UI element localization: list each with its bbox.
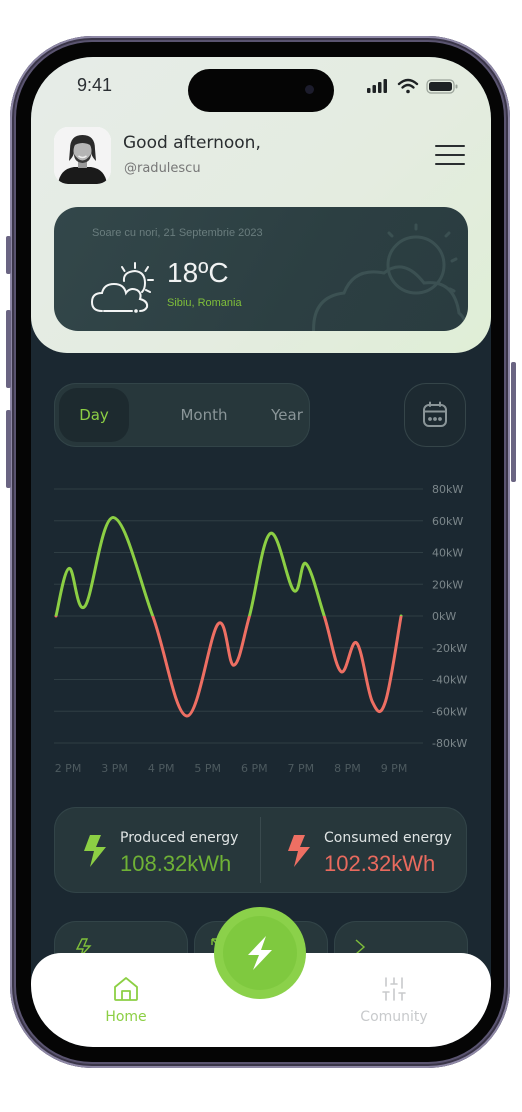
tab-community[interactable]: Comunity — [344, 975, 444, 1025]
sliders-icon — [382, 977, 406, 1001]
header-panel: 9:41 Good afternoon, @radulescu Soare cu… — [31, 57, 491, 353]
produced-energy-value: 108.32kWh — [120, 851, 232, 876]
app-screen: 9:41 Good afternoon, @radulescu Soare cu… — [31, 57, 491, 1047]
calendar-button[interactable] — [404, 383, 466, 447]
action-button — [6, 236, 11, 274]
x-tick-label: 7 PM — [288, 762, 315, 775]
x-tick-label: 6 PM — [241, 762, 268, 775]
weather-temperature: 18ºC — [167, 257, 229, 288]
power-chart: 80kW60kW40kW20kW0kW-20kW-40kW-60kW-80kW … — [54, 483, 467, 775]
x-tick-label: 2 PM — [55, 762, 82, 775]
produced-energy-label: Produced energy — [120, 830, 239, 846]
energy-summary-card: Produced energy 108.32kWh Consumed energ… — [54, 807, 467, 893]
y-tick-label: 60kW — [432, 515, 463, 528]
x-tick-label: 4 PM — [148, 762, 175, 775]
tab-year[interactable]: Year — [242, 383, 332, 447]
wifi-icon — [397, 78, 419, 94]
camera-icon — [305, 85, 314, 94]
tab-month[interactable]: Month — [154, 383, 254, 447]
weather-card[interactable]: Soare cu nori, 21 Septembrie 2023 18ºC S… — [54, 207, 468, 331]
produced-lightning-icon — [84, 835, 106, 867]
tab-community-label: Comunity — [360, 1009, 428, 1025]
x-axis-labels: 2 PM 3 PM 4 PM 5 PM 6 PM 7 PM 8 PM 9 PM — [55, 762, 408, 775]
y-tick-label: 0kW — [432, 610, 456, 623]
weather-description: Soare cu nori, 21 Septembrie 2023 — [92, 227, 263, 239]
home-icon — [114, 977, 138, 1001]
status-time: 9:41 — [77, 75, 113, 95]
consumed-energy-label: Consumed energy — [324, 830, 452, 846]
consumed-power-line — [54, 616, 403, 718]
partly-cloudy-background-icon — [312, 223, 468, 331]
y-tick-label: 20kW — [432, 578, 463, 591]
username-handle: @radulescu — [124, 161, 201, 176]
period-toggle: Day Month Year — [54, 383, 310, 447]
energy-fab-button[interactable] — [214, 907, 306, 999]
y-axis-labels: 80kW 60kW 40kW 20kW 0kW -20kW -40kW -60kW -80kW — [432, 483, 467, 750]
x-tick-label: 8 PM — [334, 762, 361, 775]
calendar-icon — [423, 401, 447, 427]
avatar-photo — [54, 127, 111, 184]
chart-grid — [54, 488, 423, 744]
tab-home-label: Home — [105, 1009, 147, 1025]
x-tick-label: 5 PM — [194, 762, 221, 775]
menu-line — [435, 154, 465, 156]
y-tick-label: -80kW — [432, 737, 467, 750]
lightning-icon — [248, 936, 272, 970]
volume-down-button — [6, 410, 11, 488]
menu-line — [435, 163, 465, 165]
volume-up-button — [6, 310, 11, 388]
tab-day[interactable]: Day — [59, 388, 129, 442]
partly-cloudy-icon — [90, 262, 154, 313]
y-tick-label: -40kW — [432, 674, 467, 687]
hamburger-menu-button[interactable] — [435, 145, 465, 167]
signal-icon — [367, 79, 387, 93]
greeting-text: Good afternoon, — [123, 133, 261, 153]
tab-home[interactable]: Home — [76, 975, 176, 1025]
consumed-lightning-icon — [288, 835, 310, 867]
menu-line — [435, 145, 465, 147]
weather-location: Sibiu, Romania — [167, 297, 242, 309]
y-tick-label: -20kW — [432, 642, 467, 655]
produced-power-line — [54, 516, 403, 616]
dynamic-island — [188, 69, 334, 112]
avatar[interactable] — [54, 127, 111, 184]
status-icons — [367, 78, 458, 94]
y-tick-label: 80kW — [432, 483, 463, 496]
consumed-energy-value: 102.32kWh — [324, 851, 436, 876]
y-tick-label: 40kW — [432, 547, 463, 560]
divider — [260, 817, 261, 883]
y-tick-label: -60kW — [432, 705, 467, 718]
x-tick-label: 9 PM — [381, 762, 408, 775]
battery-icon — [426, 79, 458, 94]
x-tick-label: 3 PM — [101, 762, 128, 775]
power-button — [511, 362, 516, 482]
